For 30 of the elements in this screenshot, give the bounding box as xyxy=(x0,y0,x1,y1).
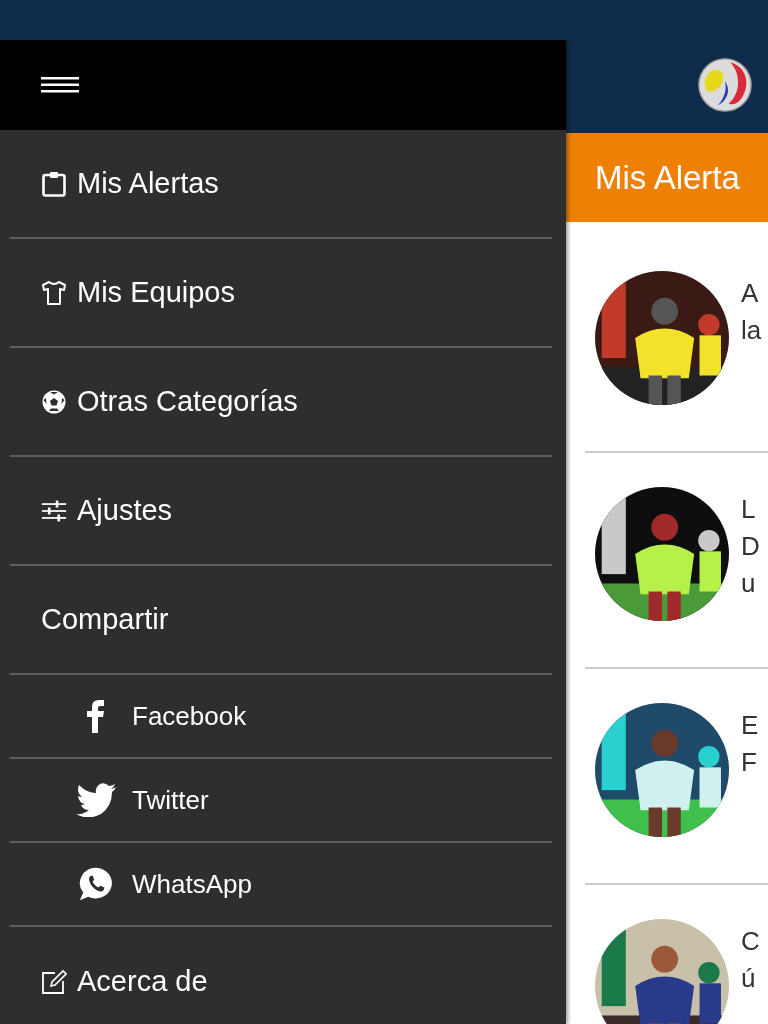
bird-icon xyxy=(76,783,116,817)
clipboard-icon xyxy=(41,170,67,197)
headline-text: F xyxy=(741,746,757,779)
edit-icon xyxy=(41,968,67,995)
headline-text: L xyxy=(741,493,756,526)
headline-text: u xyxy=(741,567,756,600)
ball-logo-icon xyxy=(697,56,753,113)
headline-text: E xyxy=(741,709,759,742)
menu-item[interactable]: Otras Categorías xyxy=(10,348,552,457)
headline-text: A xyxy=(741,277,759,310)
article-row[interactable]: A la xyxy=(585,222,768,453)
soccer-ball-icon xyxy=(41,388,67,415)
menu-item[interactable]: Acerca de xyxy=(10,927,552,1024)
article-row[interactable]: L D u xyxy=(585,453,768,669)
menu-item[interactable]: Ajustes xyxy=(10,457,552,566)
menu-icon[interactable] xyxy=(41,76,79,94)
shirt-icon xyxy=(41,279,67,306)
article-row[interactable]: E F xyxy=(585,669,768,885)
menu-item[interactable]: WhatsApp xyxy=(10,843,552,927)
menu-item[interactable]: Mis Equipos xyxy=(10,239,552,348)
headline-text: D xyxy=(741,530,760,563)
article-row[interactable]: C ú xyxy=(585,885,768,1024)
headline-text: ú xyxy=(741,962,756,995)
menu-item[interactable]: Compartir xyxy=(10,566,552,675)
headline-text: C xyxy=(741,925,760,958)
headline-text: la xyxy=(741,314,762,347)
menu-item[interactable]: Facebook xyxy=(10,675,552,759)
section-title: Mis Alerta xyxy=(595,158,740,197)
menu-item[interactable]: Mis Alertas xyxy=(10,130,552,239)
menu-item[interactable]: Twitter xyxy=(10,759,552,843)
